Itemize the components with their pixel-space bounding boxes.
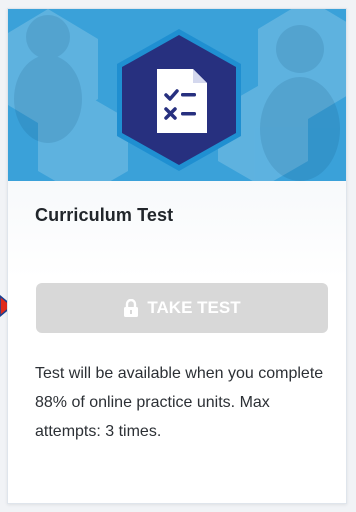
card-body bbox=[8, 181, 346, 503]
page: Curriculum Test TAKE TEST Test will be a… bbox=[0, 0, 356, 512]
availability-description: Test will be available when you complete… bbox=[35, 365, 324, 440]
test-card: Curriculum Test TAKE TEST Test will be a… bbox=[7, 8, 347, 504]
card-banner bbox=[8, 9, 346, 181]
checklist-badge-icon bbox=[117, 29, 241, 171]
take-test-button[interactable]: TAKE TEST bbox=[36, 283, 328, 333]
card-title: Curriculum Test bbox=[35, 205, 174, 225]
take-test-label: TAKE TEST bbox=[147, 298, 241, 317]
lock-icon bbox=[124, 299, 139, 317]
